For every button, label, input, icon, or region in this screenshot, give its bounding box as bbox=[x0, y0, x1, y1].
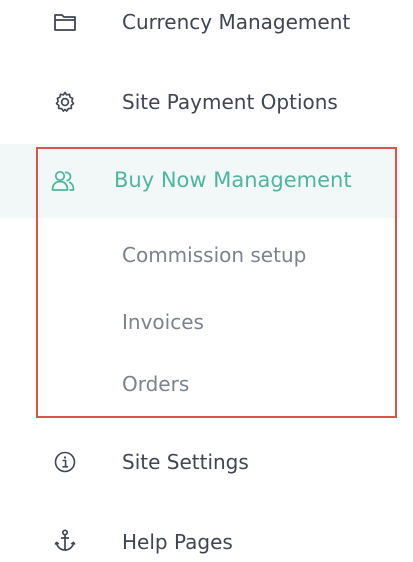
sidebar-item-label: Site Payment Options bbox=[122, 90, 338, 114]
users-icon bbox=[50, 168, 76, 194]
sidebar-item-label: Currency Management bbox=[122, 10, 351, 34]
submenu-item-invoices[interactable]: Invoices bbox=[122, 310, 204, 334]
sidebar-item-currency-management[interactable]: Currency Management bbox=[0, 2, 400, 42]
folder-icon bbox=[52, 9, 78, 35]
anchor-icon bbox=[52, 528, 78, 554]
gear-icon bbox=[52, 89, 78, 115]
sidebar-item-buy-now-management[interactable]: Buy Now Management bbox=[0, 144, 400, 218]
sidebar-item-site-payment-options[interactable]: Site Payment Options bbox=[0, 82, 400, 122]
sidebar-item-help-pages[interactable]: Help Pages bbox=[0, 522, 400, 562]
submenu-item-orders[interactable]: Orders bbox=[122, 372, 189, 396]
submenu-item-commission-setup[interactable]: Commission setup bbox=[122, 243, 306, 267]
sidebar-item-label: Site Settings bbox=[122, 450, 249, 474]
sidebar-item-label: Help Pages bbox=[122, 530, 233, 554]
sidebar-item-site-settings[interactable]: Site Settings bbox=[0, 442, 400, 482]
info-icon bbox=[52, 449, 78, 475]
sidebar-item-label: Buy Now Management bbox=[114, 168, 352, 192]
